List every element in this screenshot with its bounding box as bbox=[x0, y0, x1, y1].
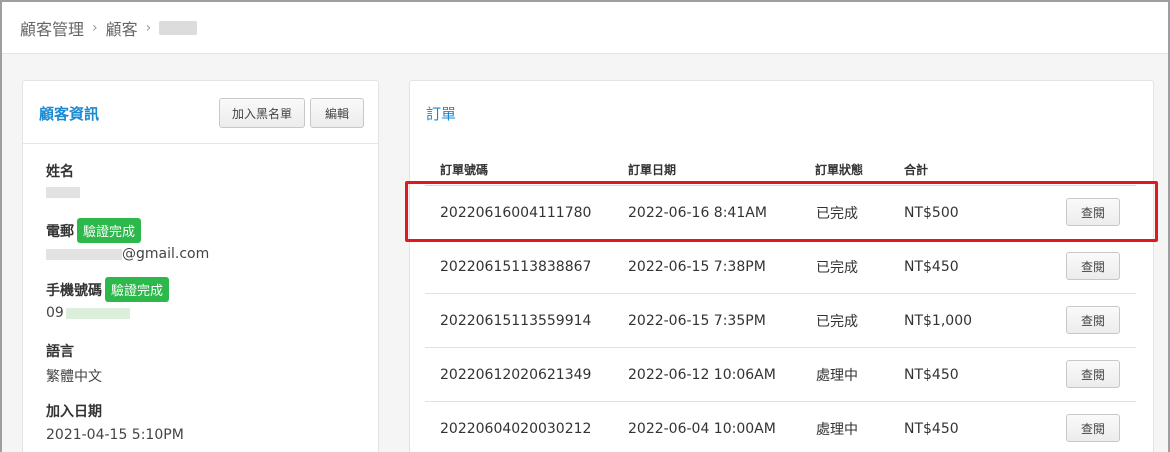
customer-info-title: 顧客資訊 bbox=[39, 105, 100, 123]
email-value: @gmail.com bbox=[46, 246, 209, 262]
order-number: 20220615113559914 bbox=[440, 313, 592, 329]
name-label: 姓名 bbox=[46, 164, 74, 180]
phone-prefix: 09 bbox=[46, 305, 64, 321]
email-verified-badge: 驗證完成 bbox=[77, 218, 142, 243]
edit-button[interactable]: 編輯 bbox=[310, 98, 364, 128]
breadcrumb-item-customers[interactable]: 顧客 bbox=[106, 16, 138, 40]
view-order-button[interactable]: 查閱 bbox=[1066, 360, 1120, 388]
order-status: 已完成 bbox=[816, 206, 858, 222]
order-status: 已完成 bbox=[816, 314, 858, 330]
breadcrumb-item-customer-management[interactable]: 顧客管理 bbox=[20, 16, 84, 40]
chevron-right-icon: › bbox=[92, 19, 98, 36]
redacted-phone bbox=[65, 307, 130, 319]
orders-panel: 訂單 訂單號碼 訂單日期 訂單狀態 合計 20220616004111780 2… bbox=[409, 80, 1154, 452]
view-order-button[interactable]: 查閱 bbox=[1066, 252, 1120, 280]
breadcrumb: 顧客管理 › 顧客 › bbox=[2, 2, 1168, 54]
redacted-customer-name bbox=[159, 20, 198, 35]
order-status: 處理中 bbox=[816, 368, 858, 384]
name-value bbox=[46, 187, 80, 198]
join-date-value: 2021-04-15 5:10PM bbox=[46, 427, 184, 443]
email-label: 電郵 bbox=[46, 223, 74, 240]
table-row: 20220615113559914 2022-06-15 7:35PM 已完成 … bbox=[425, 294, 1136, 348]
column-header-order-date: 訂單日期 bbox=[628, 163, 677, 177]
column-header-total: 合計 bbox=[904, 163, 929, 177]
table-row: 20220616004111780 2022-06-16 8:41AM 已完成 … bbox=[425, 186, 1136, 240]
order-number: 20220612020621349 bbox=[440, 367, 592, 383]
phone-label: 手機號碼 bbox=[46, 282, 102, 299]
order-status: 已完成 bbox=[816, 260, 858, 276]
view-order-button[interactable]: 查閱 bbox=[1066, 414, 1120, 442]
order-date: 2022-06-12 10:06AM bbox=[628, 367, 776, 383]
join-date-label: 加入日期 bbox=[46, 404, 102, 420]
customer-info-panel: 顧客資訊 加入黑名單 編輯 姓名 電郵 驗證完成 @gmail.com 手機號碼… bbox=[22, 80, 379, 452]
phone-verified-badge: 驗證完成 bbox=[105, 277, 170, 302]
order-date: 2022-06-16 8:41AM bbox=[628, 205, 767, 221]
order-date: 2022-06-15 7:38PM bbox=[628, 259, 766, 275]
order-number: 20220615113838867 bbox=[440, 259, 592, 275]
phone-value: 09 bbox=[46, 305, 130, 321]
table-row: 20220612020621349 2022-06-12 10:06AM 處理中… bbox=[425, 348, 1136, 402]
order-status: 處理中 bbox=[816, 422, 858, 438]
order-date: 2022-06-04 10:00AM bbox=[628, 421, 776, 437]
orders-title: 訂單 bbox=[426, 105, 457, 123]
column-header-order-status: 訂單狀態 bbox=[815, 163, 864, 177]
order-total: NT$450 bbox=[904, 421, 959, 437]
order-number: 20220616004111780 bbox=[440, 205, 592, 221]
language-value: 繁體中文 bbox=[46, 369, 102, 385]
order-number: 20220604020030212 bbox=[440, 421, 592, 437]
app-frame: 顧客管理 › 顧客 › 顧客資訊 加入黑名單 編輯 姓名 電郵 驗證完成 @gm… bbox=[0, 0, 1170, 452]
order-total: NT$500 bbox=[904, 205, 959, 221]
order-total: NT$450 bbox=[904, 367, 959, 383]
order-total: NT$450 bbox=[904, 259, 959, 275]
view-order-button[interactable]: 查閱 bbox=[1066, 198, 1120, 226]
table-row: 20220615113838867 2022-06-15 7:38PM 已完成 … bbox=[425, 240, 1136, 294]
view-order-button[interactable]: 查閱 bbox=[1066, 306, 1120, 334]
divider bbox=[23, 143, 378, 144]
table-row: 20220604020030212 2022-06-04 10:00AM 處理中… bbox=[425, 402, 1136, 452]
language-label: 語言 bbox=[46, 344, 74, 360]
column-header-order-number: 訂單號碼 bbox=[440, 163, 489, 177]
phone-label-row: 手機號碼 驗證完成 bbox=[46, 277, 170, 302]
email-domain: @gmail.com bbox=[122, 246, 210, 262]
add-to-blacklist-button[interactable]: 加入黑名單 bbox=[219, 98, 305, 128]
order-date: 2022-06-15 7:35PM bbox=[628, 313, 766, 329]
redacted-name bbox=[46, 187, 80, 198]
email-label-row: 電郵 驗證完成 bbox=[46, 218, 142, 243]
redacted-email-user bbox=[46, 248, 122, 260]
chevron-right-icon: › bbox=[145, 19, 152, 36]
order-total: NT$1,000 bbox=[904, 313, 973, 329]
